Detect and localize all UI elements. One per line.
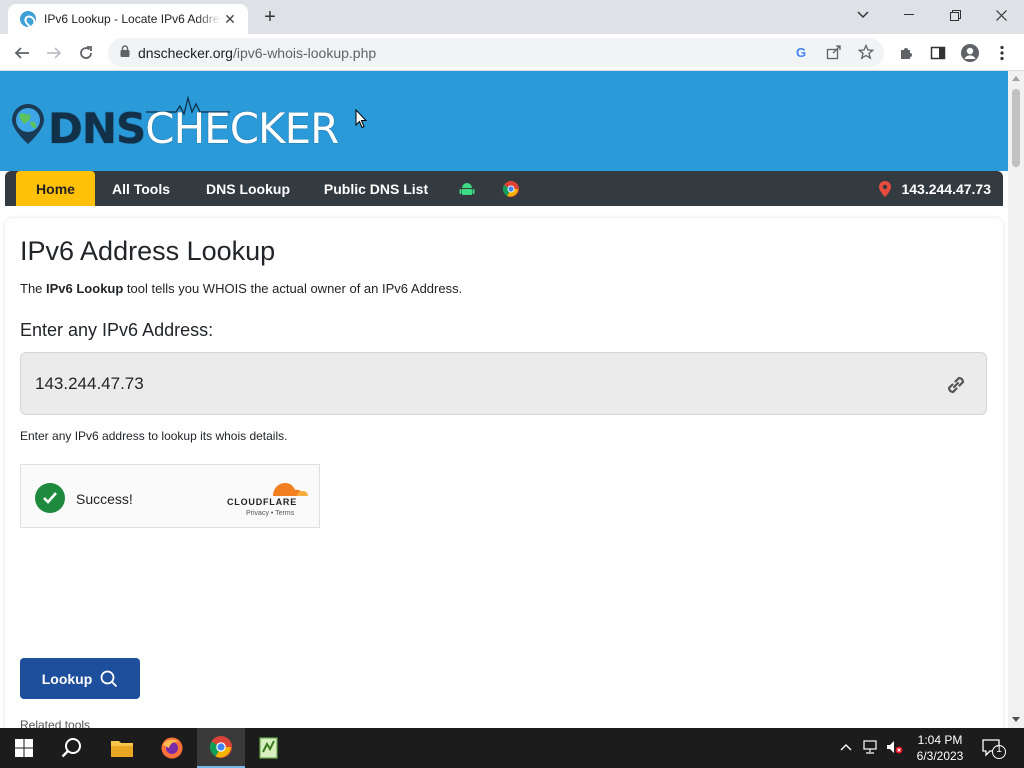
cloudflare-cloud-icon — [273, 483, 308, 496]
clock-time: 1:04 PM — [917, 733, 963, 747]
mouse-cursor-icon — [355, 109, 367, 129]
input-label: Enter any IPv6 Address: — [20, 320, 214, 340]
page-scrollbar[interactable] — [1008, 71, 1024, 728]
tab-title: IPv6 Lookup - Locate IPv6 Address — [44, 12, 222, 26]
bookmark-star-icon[interactable] — [857, 43, 875, 65]
url-domain: dnschecker.org — [138, 44, 233, 61]
user-ip-text: 143.244.47.73 — [901, 180, 991, 197]
ipv6-input-value: 143.244.47.73 — [35, 373, 144, 393]
browser-tab[interactable]: IPv6 Lookup - Locate IPv6 Address ✕ — [8, 4, 248, 34]
lookup-button[interactable]: Lookup — [20, 658, 140, 699]
chrome-extension-icon[interactable] — [499, 171, 523, 206]
back-arrow-icon[interactable] — [8, 39, 36, 67]
chrome-taskbar-icon[interactable] — [197, 728, 245, 768]
link-icon[interactable] — [942, 371, 970, 404]
input-hint: Enter any IPv6 address to lookup its who… — [20, 429, 288, 443]
ipv6-address-input[interactable]: 143.244.47.73 — [20, 352, 987, 415]
dnschecker-favicon-icon — [20, 11, 36, 27]
globe-pin-icon — [12, 104, 44, 144]
network-icon[interactable] — [862, 740, 878, 757]
tab-search-chevron-icon[interactable] — [840, 0, 886, 30]
scroll-up-arrow-icon[interactable] — [1012, 76, 1020, 81]
main-navbar: Home All Tools DNS Lookup Public DNS Lis… — [5, 171, 1003, 206]
restore-icon[interactable] — [932, 0, 978, 30]
desc-suffix: tool tells you WHOIS the actual owner of… — [123, 281, 463, 296]
related-tools-heading: Related tools — [20, 718, 91, 728]
dnschecker-logo[interactable]: DNSCHECKER — [10, 96, 339, 153]
reload-icon[interactable] — [72, 39, 100, 67]
windows-start-icon[interactable] — [0, 728, 48, 768]
extensions-puzzle-icon[interactable] — [892, 39, 920, 67]
volume-muted-icon[interactable] — [886, 740, 904, 757]
tray-chevron-up-icon[interactable] — [840, 740, 852, 754]
nav-dns-lookup[interactable]: DNS Lookup — [195, 171, 301, 206]
url-path: /ipv6-whois-lookup.php — [232, 44, 377, 61]
scroll-down-arrow-icon[interactable] — [1012, 717, 1020, 722]
side-panel-icon[interactable] — [924, 39, 952, 67]
logo-wordmark: DNSCHECKER — [48, 104, 339, 153]
cloudflare-brand: CLOUDFLARE — [227, 497, 297, 507]
windows-taskbar: 1:04 PM 6/3/2023 1 — [0, 728, 1024, 768]
success-check-icon — [35, 483, 65, 513]
cloudflare-captcha-widget[interactable]: Success! CLOUDFLARE Privacy • Terms — [20, 464, 320, 528]
desc-prefix: The — [20, 281, 47, 296]
notepad-plus-plus-icon[interactable] — [245, 728, 293, 768]
notification-center-icon[interactable]: 1 — [982, 738, 1008, 763]
location-pin-icon — [879, 180, 892, 197]
lock-icon[interactable] — [120, 44, 130, 62]
share-icon[interactable] — [826, 44, 842, 65]
svg-text:G: G — [796, 45, 806, 60]
captcha-links[interactable]: Privacy • Terms — [246, 510, 294, 517]
address-bar[interactable]: dnschecker.org/ipv6-whois-lookup.php G — [108, 38, 884, 67]
clock-date: 6/3/2023 — [916, 749, 964, 763]
chrome-menu-icon[interactable] — [988, 39, 1016, 67]
forward-arrow-icon[interactable] — [40, 39, 68, 67]
close-window-icon[interactable] — [978, 0, 1024, 30]
nav-user-ip[interactable]: 143.244.47.73 — [879, 171, 991, 206]
firefox-icon[interactable] — [148, 728, 196, 768]
tool-description: The IPv6 Lookup tool tells you WHOIS the… — [20, 281, 462, 296]
profile-avatar-icon[interactable] — [956, 39, 984, 67]
nav-home[interactable]: Home — [16, 171, 95, 206]
logo-checker-text: CHECKER — [145, 104, 339, 153]
desc-bold: IPv6 Lookup — [46, 281, 124, 296]
new-tab-icon[interactable]: + — [258, 6, 282, 30]
minimize-icon[interactable] — [886, 0, 932, 30]
lookup-button-label: Lookup — [41, 670, 93, 687]
nav-all-tools[interactable]: All Tools — [103, 171, 179, 206]
page-title: IPv6 Address Lookup — [20, 236, 276, 266]
search-icon — [100, 670, 118, 687]
taskbar-clock[interactable]: 1:04 PM 6/3/2023 — [910, 732, 970, 764]
page-viewport: DNSCHECKER Home All Tools DNS Lookup Pub… — [0, 71, 1008, 728]
android-app-icon[interactable] — [455, 171, 479, 206]
scrollbar-thumb[interactable] — [1012, 89, 1020, 167]
google-translate-icon[interactable]: G — [794, 44, 810, 65]
logo-dns-text: DNS — [48, 104, 146, 153]
browser-toolbar: dnschecker.org/ipv6-whois-lookup.php G — [0, 34, 1024, 71]
url-text: dnschecker.org/ipv6-whois-lookup.php — [138, 45, 376, 61]
nav-public-dns-list[interactable]: Public DNS List — [317, 171, 435, 206]
notification-count: 1 — [996, 744, 1002, 755]
browser-tab-strip: IPv6 Lookup - Locate IPv6 Address ✕ + — [0, 0, 1024, 34]
taskbar-search-icon[interactable] — [48, 728, 96, 768]
main-card: IPv6 Address Lookup The IPv6 Lookup tool… — [5, 218, 1003, 728]
tab-close-icon[interactable]: ✕ — [222, 11, 238, 27]
file-explorer-icon[interactable] — [98, 728, 146, 768]
captcha-status: Success! — [76, 491, 133, 507]
site-header: DNSCHECKER — [0, 71, 1008, 171]
